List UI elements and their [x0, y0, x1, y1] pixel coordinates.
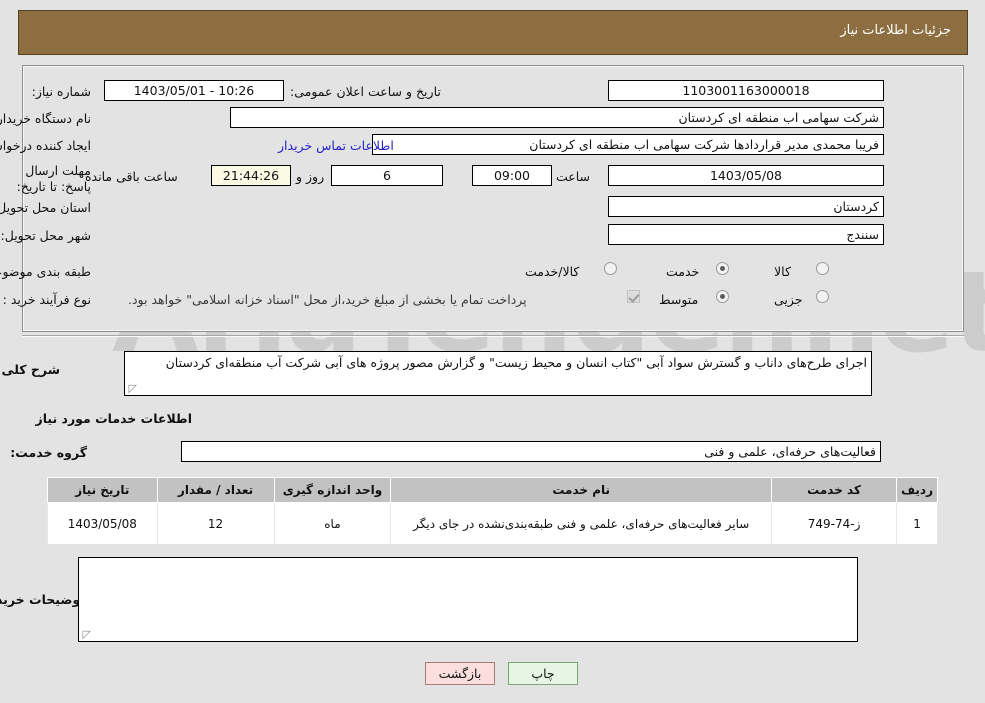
- delivery-province-value: کردستان: [608, 196, 884, 217]
- announce-datetime-label: تاریخ و ساعت اعلان عمومی:: [290, 84, 441, 99]
- deadline-days-value: 6: [331, 165, 443, 186]
- need-description-text: اجرای طرح‌های داناب و گسترش سواد آبی "کت…: [124, 351, 872, 396]
- col-date: تاریخ نیاز: [47, 477, 158, 503]
- radio-category-goods[interactable]: [816, 262, 829, 275]
- subject-category-label: طبقه بندی موضوعی:: [0, 264, 91, 279]
- service-group-value: فعالیت‌های حرفه‌ای، علمی و فنی: [181, 441, 881, 462]
- back-button[interactable]: بازگشت: [425, 662, 495, 685]
- buyer-org-value: شرکت سهامی اب منطقه ای کردستان: [230, 107, 884, 128]
- deadline-days-label: روز و: [296, 169, 325, 184]
- page-title: جزئیات اطلاعات نیاز: [840, 23, 951, 38]
- countdown-timer-value: 21:44:26: [211, 165, 291, 186]
- request-creator-value: فریبا محمدی مدیر قراردادها شرکت سهامی اب…: [372, 134, 884, 155]
- radio-process-medium[interactable]: [716, 290, 729, 303]
- delivery-province-label: استان محل تحویل:: [0, 200, 91, 215]
- cell-name: سایر فعالیت‌های حرفه‌ای، علمی و فنی طبقه…: [390, 502, 773, 545]
- deadline-date-value: 1403/05/08: [608, 165, 884, 186]
- radio-category-goods-service[interactable]: [604, 262, 617, 275]
- page-root: AriaTender.net جزئیات اطلاعات نیاز شماره…: [0, 0, 985, 703]
- cell-index: 1: [896, 502, 938, 545]
- print-button[interactable]: چاپ: [508, 662, 578, 685]
- radio-process-minor[interactable]: [816, 290, 829, 303]
- checkbox-islamic-treasury[interactable]: [627, 290, 640, 303]
- buyer-org-label: نام دستگاه خریدار:: [0, 111, 91, 126]
- col-qty: تعداد / مقدار: [156, 477, 275, 503]
- need-number-value: 1103001163000018: [608, 80, 884, 101]
- remaining-hours-label: ساعت باقی مانده: [85, 169, 178, 184]
- radio-category-service[interactable]: [716, 262, 729, 275]
- radio-category-goods-service-label: کالا/خدمت: [525, 264, 580, 279]
- need-description-value: اجرای طرح‌های داناب و گسترش سواد آبی "کت…: [165, 355, 867, 370]
- cell-date: 1403/05/08: [47, 502, 158, 545]
- resize-grip-icon[interactable]: ◸: [127, 383, 137, 394]
- resize-grip-icon[interactable]: ◸: [81, 629, 91, 640]
- col-index: ردیف: [896, 477, 938, 503]
- radio-process-minor-label: جزیی: [774, 292, 803, 307]
- purchase-process-label: نوع فرآیند خرید :: [2, 292, 91, 307]
- cell-unit: ماه: [273, 502, 392, 545]
- service-group-label: گروه خدمت:: [10, 445, 87, 460]
- cell-code: ز-74-749: [771, 502, 898, 545]
- islamic-treasury-note: پرداخت تمام یا بخشی از مبلغ خرید،از محل …: [128, 292, 527, 307]
- request-creator-label: ایجاد کننده درخواست:: [0, 138, 91, 153]
- radio-category-service-label: خدمت: [666, 264, 700, 279]
- services-table: ردیف کد خدمت نام خدمت واحد اندازه گیری ت…: [47, 477, 938, 545]
- table-header-row: ردیف کد خدمت نام خدمت واحد اندازه گیری ت…: [47, 477, 938, 503]
- delivery-city-value: سنندج: [608, 224, 884, 245]
- delivery-city-label: شهر محل تحویل:: [0, 228, 91, 243]
- deadline-hour-label: ساعت: [556, 169, 591, 184]
- radio-process-medium-label: متوسط: [659, 292, 699, 307]
- col-name: نام خدمت: [390, 477, 773, 503]
- page-header-bar: جزئیات اطلاعات نیاز: [18, 10, 968, 55]
- deadline-label: مهلت ارسال پاسخ: تا تاریخ:: [16, 163, 91, 194]
- col-code: کد خدمت: [771, 477, 898, 503]
- need-description-label: شرح کلی نیاز:: [0, 362, 60, 377]
- buyer-notes-textarea[interactable]: ◸: [78, 557, 858, 642]
- deadline-time-value: 09:00: [472, 165, 552, 186]
- need-number-label: شماره نیاز:: [31, 84, 91, 99]
- cell-qty: 12: [156, 502, 275, 545]
- table-row: 1 ز-74-749 سایر فعالیت‌های حرفه‌ای، علمی…: [47, 502, 938, 545]
- services-section-title: اطلاعات خدمات مورد نیاز: [35, 411, 193, 426]
- radio-category-goods-label: کالا: [774, 264, 791, 279]
- section-divider: [22, 335, 964, 337]
- announce-datetime-value: 1403/05/01 - 10:26: [104, 80, 284, 101]
- col-unit: واحد اندازه گیری: [273, 477, 392, 503]
- buyer-contact-link[interactable]: اطلاعات تماس خریدار: [278, 138, 394, 153]
- buyer-notes-label: توضیحات خریدار:: [0, 592, 85, 607]
